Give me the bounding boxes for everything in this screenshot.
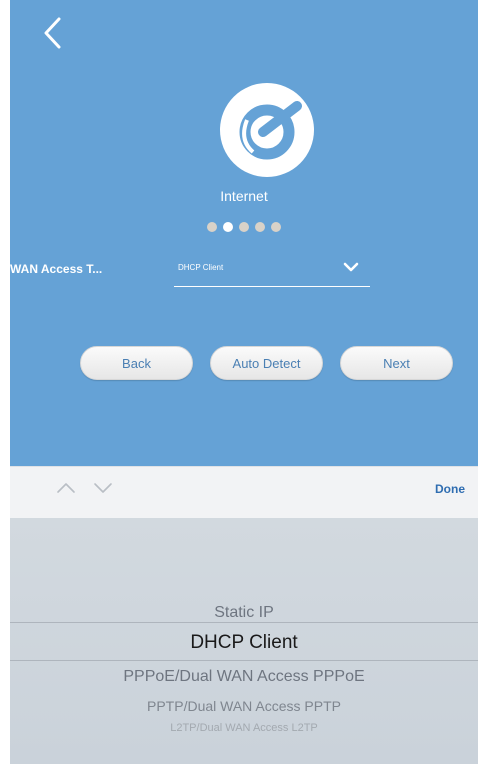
wan-type-picker[interactable]: Static IP DHCP Client PPPoE/Dual WAN Acc… bbox=[10, 518, 478, 764]
picker-option-l2tp[interactable]: L2TP/Dual WAN Access L2TP bbox=[10, 722, 478, 734]
setup-panel: Internet WAN Access T... DHCP Client Bac… bbox=[10, 0, 478, 466]
picker-selection-line bbox=[10, 622, 478, 623]
picker-toolbar: Done bbox=[10, 466, 478, 519]
picker-option-pppoe[interactable]: PPPoE/Dual WAN Access PPPoE bbox=[10, 668, 478, 686]
wan-access-select[interactable]: DHCP Client bbox=[174, 258, 370, 287]
step-dot bbox=[207, 222, 217, 232]
done-button[interactable]: Done bbox=[435, 482, 465, 496]
back-button[interactable]: Back bbox=[80, 346, 193, 380]
phone-screen: Internet WAN Access T... DHCP Client Bac… bbox=[10, 0, 478, 764]
logo-label: Internet bbox=[220, 188, 268, 204]
step-indicator bbox=[10, 222, 478, 232]
chevron-down-icon[interactable] bbox=[93, 481, 113, 495]
step-dot bbox=[255, 222, 265, 232]
next-button[interactable]: Next bbox=[340, 346, 453, 380]
picker-selection-line bbox=[10, 660, 478, 661]
picker-option-pptp[interactable]: PPTP/Dual WAN Access PPTP bbox=[10, 698, 478, 714]
chevron-left-icon[interactable] bbox=[39, 16, 69, 50]
step-dot-active bbox=[223, 222, 233, 232]
chevron-down-icon bbox=[343, 262, 359, 272]
picker-option-static-ip[interactable]: Static IP bbox=[10, 604, 478, 622]
internet-logo-icon bbox=[220, 83, 314, 177]
wan-access-label: WAN Access T... bbox=[10, 262, 103, 276]
auto-detect-button[interactable]: Auto Detect bbox=[210, 346, 323, 380]
step-dot bbox=[239, 222, 249, 232]
wan-access-value: DHCP Client bbox=[178, 263, 224, 272]
step-dot bbox=[271, 222, 281, 232]
chevron-up-icon[interactable] bbox=[56, 481, 76, 495]
picker-option-dhcp-client[interactable]: DHCP Client bbox=[10, 632, 478, 654]
